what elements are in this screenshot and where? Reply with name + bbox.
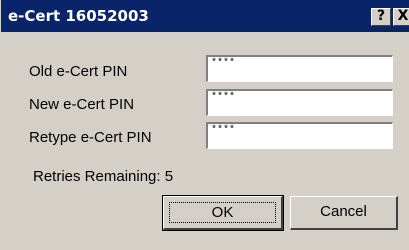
cancel-button[interactable]: Cancel (290, 196, 398, 230)
retype-pin-label: Retype e-Cert PIN (29, 129, 152, 146)
focus-rectangle: OK (169, 202, 276, 223)
help-icon: ? (376, 8, 386, 24)
close-button[interactable]: X (393, 8, 409, 26)
window-title: e-Cert 16052003 (8, 7, 149, 25)
title-bar[interactable]: e-Cert 16052003 ? X (1, 0, 409, 32)
pin-change-dialog: e-Cert 16052003 ? X Old e-Cert PIN **** … (0, 0, 409, 250)
ok-button[interactable]: OK (162, 195, 284, 231)
old-pin-field[interactable]: **** (206, 55, 393, 82)
cancel-button-label: Cancel (320, 203, 367, 220)
ok-button-label: OK (211, 204, 234, 221)
close-icon: X (397, 8, 409, 24)
retype-pin-field[interactable]: **** (206, 122, 393, 149)
new-pin-label: New e-Cert PIN (29, 96, 135, 113)
retries-remaining-text: Retries Remaining: 5 (33, 168, 174, 185)
old-pin-label: Old e-Cert PIN (29, 63, 128, 80)
new-pin-field[interactable]: **** (206, 89, 393, 116)
help-button[interactable]: ? (371, 8, 391, 26)
